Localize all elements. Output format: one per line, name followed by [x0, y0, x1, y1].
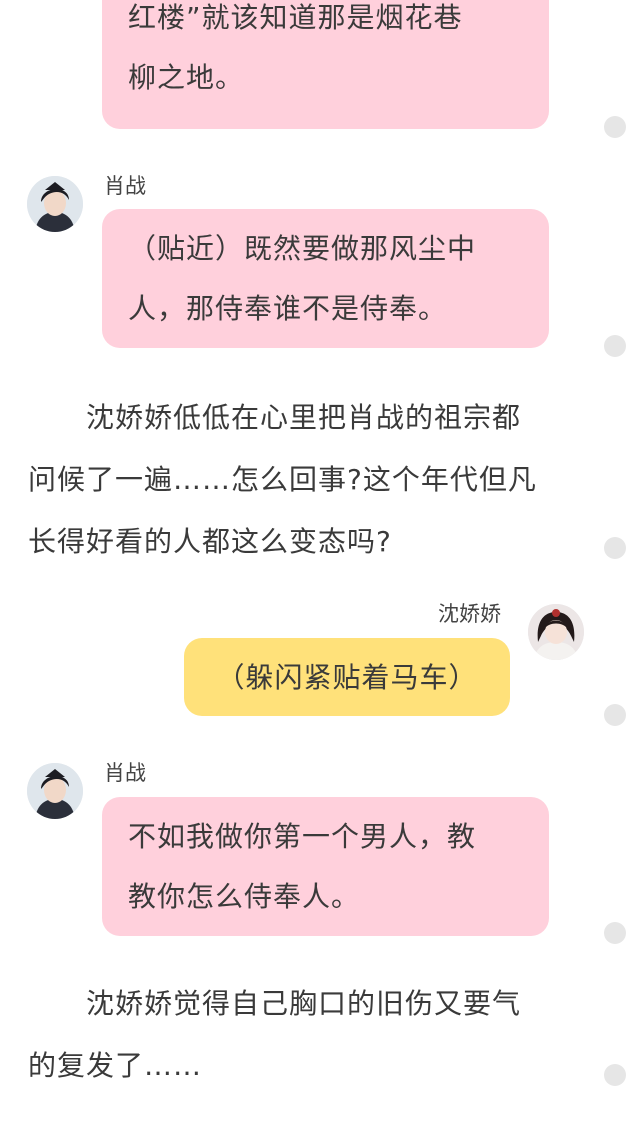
speaker-name: 肖战: [104, 761, 146, 785]
chat-bubble-xiaozhan: 不如我做你第一个男人，教 教你怎么侍奉人。: [102, 797, 549, 936]
narration-paragraph: 沈娇娇觉得自己胸口的旧伤又要气 的复发了……: [28, 973, 588, 1097]
narration-line: 长得好看的人都这么变态吗?: [28, 525, 392, 558]
comment-dot[interactable]: [604, 116, 626, 138]
narration-paragraph: 沈娇娇低低在心里把肖战的祖宗都 问候了一遍……怎么回事?这个年代但凡 长得好看的…: [28, 387, 588, 573]
speaker-name: 沈娇娇: [438, 602, 501, 626]
chat-bubble-xiaozhan-continued: 红楼”就该知道那是烟花巷 柳之地。: [102, 0, 549, 129]
chat-bubble-shenjiaojiao: （躲闪紧贴着马车）: [184, 638, 510, 716]
avatar-xiaozhan-icon: [27, 176, 83, 232]
chat-bubble-xiaozhan: （贴近）既然要做那风尘中 人，那侍奉谁不是侍奉。: [102, 209, 549, 348]
narration-line: 沈娇娇觉得自己胸口的旧伤又要气: [28, 987, 522, 1020]
narration-line: 问候了一遍……怎么回事?这个年代但凡: [28, 463, 537, 496]
narration-line: 的复发了……: [28, 1049, 203, 1082]
avatar-shenjiaojiao-icon: [528, 604, 584, 660]
bubble-line: 柳之地。: [128, 61, 245, 94]
bubble-line: 教你怎么侍奉人。: [128, 880, 361, 913]
speaker-name: 肖战: [104, 174, 146, 198]
bubble-line: 红楼”就该知道那是烟花巷: [128, 1, 463, 34]
bubble-line: （躲闪紧贴着马车）: [216, 661, 478, 694]
comment-dot[interactable]: [604, 1064, 626, 1086]
comment-dot[interactable]: [604, 704, 626, 726]
bubble-line: 不如我做你第一个男人，教: [128, 820, 477, 853]
comment-dot[interactable]: [604, 922, 626, 944]
narration-line: 沈娇娇低低在心里把肖战的祖宗都: [28, 401, 522, 434]
comment-dot[interactable]: [604, 335, 626, 357]
bubble-line: 人，那侍奉谁不是侍奉。: [128, 292, 448, 325]
avatar-xiaozhan-icon: [27, 763, 83, 819]
bubble-line: （贴近）既然要做那风尘中: [128, 232, 477, 265]
comment-dot[interactable]: [604, 537, 626, 559]
